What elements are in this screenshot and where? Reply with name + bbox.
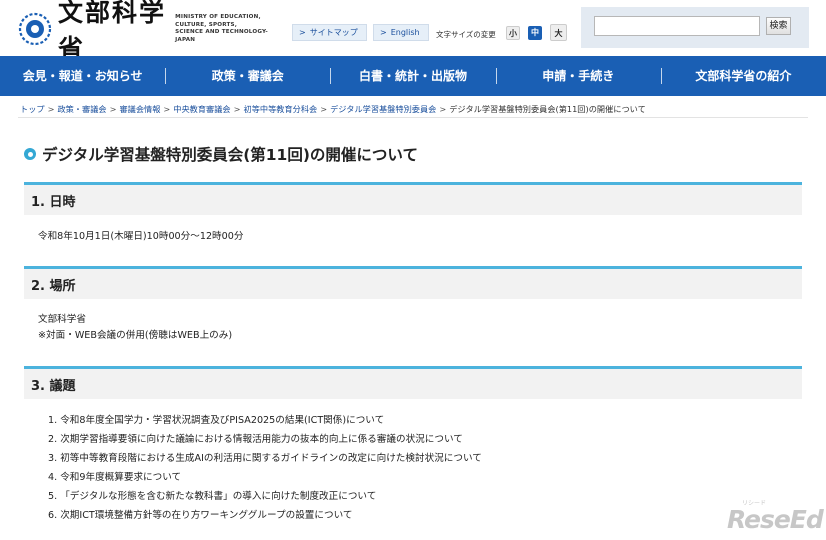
section-heading-datetime: 1. 日時 — [24, 182, 802, 215]
page-title: デジタル学習基盤特別委員会(第11回)の開催について — [24, 143, 418, 165]
section-heading-place: 2. 場所 — [24, 266, 802, 299]
search-area: 検索 — [581, 7, 809, 48]
fontsize-medium-button[interactable]: 中 — [528, 26, 542, 40]
search-button[interactable]: 検索 — [766, 17, 791, 35]
nav-item-news[interactable]: 会見・報道・お知らせ — [0, 56, 165, 96]
datetime-text: 令和8年10月1日(木曜日)10時00分～12時00分 — [38, 231, 244, 242]
list-item: 6. 次期ICT環境整備方針等の在り方ワーキンググループの設置について — [48, 510, 353, 521]
mext-emblem-icon — [18, 12, 52, 46]
breadcrumb-separator: > — [47, 104, 55, 114]
breadcrumb: トップ > 政策・審議会 > 審議会情報 > 中央教育審議会 > 初等中等教育分科会 > デジタル学… — [20, 104, 646, 114]
fontsize-large-button[interactable]: 大 — [550, 24, 567, 41]
list-item: 1. 令和8年度全国学力・学習状況調査及びPISA2025の結果(ICT関係)に… — [48, 415, 385, 426]
fontsize-label: 文字サイズの変更 — [436, 30, 496, 39]
breadcrumb-divider — [18, 117, 808, 118]
breadcrumb-link-top[interactable]: トップ — [20, 104, 45, 114]
sitemap-link[interactable]: > サイトマップ — [292, 24, 367, 41]
nav-item-applications[interactable]: 申請・手続き — [495, 56, 661, 96]
list-item: 4. 令和9年度概算要求について — [48, 472, 182, 483]
nav-item-policy[interactable]: 政策・審議会 — [165, 56, 330, 96]
chevron-right-icon: > — [299, 28, 306, 37]
breadcrumb-link-central-council[interactable]: 中央教育審議会 — [173, 104, 230, 114]
watermark-logo: ReseEd — [727, 505, 824, 534]
agenda-list: 1. 令和8年度全国学力・学習状況調査及びPISA2025の結果(ICT関係)に… — [48, 411, 482, 525]
nav-item-about[interactable]: 文部科学省の紹介 — [660, 56, 826, 96]
place-text: 文部科学省 ※対面・WEB会議の併用(傍聴はWEB上のみ) — [38, 312, 232, 344]
breadcrumb-link-council-info[interactable]: 審議会情報 — [119, 104, 160, 114]
fontsize-small-button[interactable]: 小 — [506, 26, 520, 40]
search-input[interactable] — [594, 16, 760, 36]
nav-item-publications[interactable]: 白書・統計・出版物 — [330, 56, 495, 96]
place-line-1: 文部科学省 — [38, 314, 86, 325]
chevron-right-icon: > — [380, 28, 387, 37]
english-link[interactable]: > English — [373, 24, 429, 41]
section-heading-agenda: 3. 議題 — [24, 366, 802, 399]
list-item: 5. 「デジタルな形態を含む新たな教科書」の導入に向けた制度改正について — [48, 491, 377, 502]
list-item: 3. 初等中等教育段階における生成AIの利活用に関するガイドラインの改定に向けた… — [48, 453, 482, 464]
breadcrumb-current: デジタル学習基盤特別委員会(第11回)の開催について — [449, 104, 646, 114]
breadcrumb-link-subcommittee[interactable]: 初等中等教育分科会 — [244, 104, 318, 114]
list-item: 2. 次期学習指導要領に向けた議論における情報活用能力の抜本的向上に係る審議の状… — [48, 434, 463, 445]
circle-bullet-icon — [24, 148, 36, 160]
breadcrumb-link-committee[interactable]: デジタル学習基盤特別委員会 — [330, 104, 436, 114]
breadcrumb-link-policy[interactable]: 政策・審議会 — [57, 104, 106, 114]
place-line-2: ※対面・WEB会議の併用(傍聴はWEB上のみ) — [38, 330, 233, 341]
logo-subtitle: MINISTRY OF EDUCATION, CULTURE, SPORTS, … — [175, 14, 268, 43]
mext-logo[interactable]: 文部科学省 MINISTRY OF EDUCATION, CULTURE, SP… — [18, 0, 268, 63]
site-header: 文部科学省 MINISTRY OF EDUCATION, CULTURE, SP… — [0, 0, 826, 63]
page-title-text: デジタル学習基盤特別委員会(第11回)の開催について — [42, 146, 418, 164]
global-nav: 会見・報道・お知らせ 政策・審議会 白書・統計・出版物 申請・手続き 文部科学省… — [0, 56, 826, 96]
